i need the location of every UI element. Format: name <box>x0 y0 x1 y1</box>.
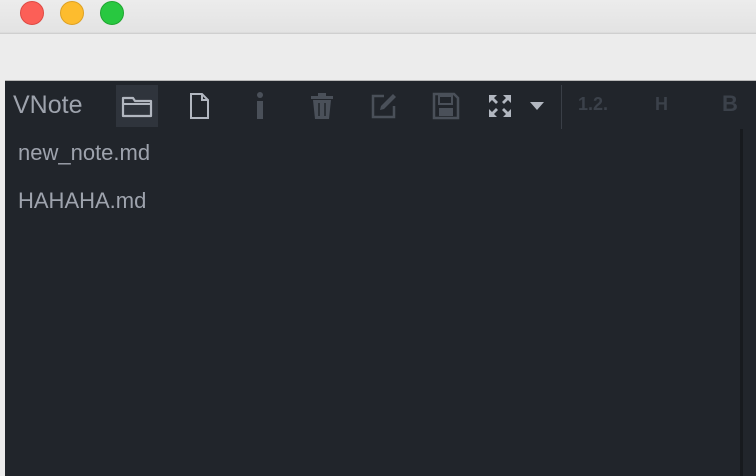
edit-note-button[interactable] <box>363 85 405 127</box>
toolbar-separator <box>561 85 562 129</box>
app-main-area: VNote 1.2. H B new_note.md HAHAHA.md <box>5 81 756 476</box>
save-icon <box>432 92 460 120</box>
heading-button[interactable]: H <box>655 93 668 115</box>
open-folder-button[interactable] <box>116 85 158 127</box>
window-toolbar-strip <box>0 33 756 81</box>
file-name: HAHAHA.md <box>18 188 147 213</box>
save-note-button[interactable] <box>425 85 467 127</box>
info-icon <box>257 92 263 119</box>
ordered-list-button[interactable]: 1.2. <box>578 93 608 115</box>
expand-icon <box>489 95 511 117</box>
new-file-icon <box>190 93 209 119</box>
note-info-button[interactable] <box>239 85 281 127</box>
close-window-button[interactable] <box>20 1 44 25</box>
folder-icon <box>121 96 153 118</box>
trash-icon <box>311 93 333 119</box>
zoom-window-button[interactable] <box>100 1 124 25</box>
app-name: VNote <box>13 91 83 119</box>
note-file-list: new_note.md HAHAHA.md <box>5 129 740 476</box>
expand-view-button[interactable] <box>479 85 521 127</box>
minimize-window-button[interactable] <box>60 1 84 25</box>
edit-icon <box>371 94 396 119</box>
file-name: new_note.md <box>18 140 151 165</box>
caret-down-icon <box>530 102 544 110</box>
bold-button[interactable]: B <box>722 93 738 115</box>
panel-splitter[interactable] <box>740 129 743 476</box>
view-mode-dropdown[interactable] <box>517 85 557 127</box>
list-item[interactable]: HAHAHA.md <box>18 187 146 215</box>
app-toolbar: VNote 1.2. H B <box>5 81 756 129</box>
new-note-button[interactable] <box>178 85 220 127</box>
list-item[interactable]: new_note.md <box>18 139 150 167</box>
delete-note-button[interactable] <box>301 85 343 127</box>
window-title-bar <box>0 0 756 32</box>
